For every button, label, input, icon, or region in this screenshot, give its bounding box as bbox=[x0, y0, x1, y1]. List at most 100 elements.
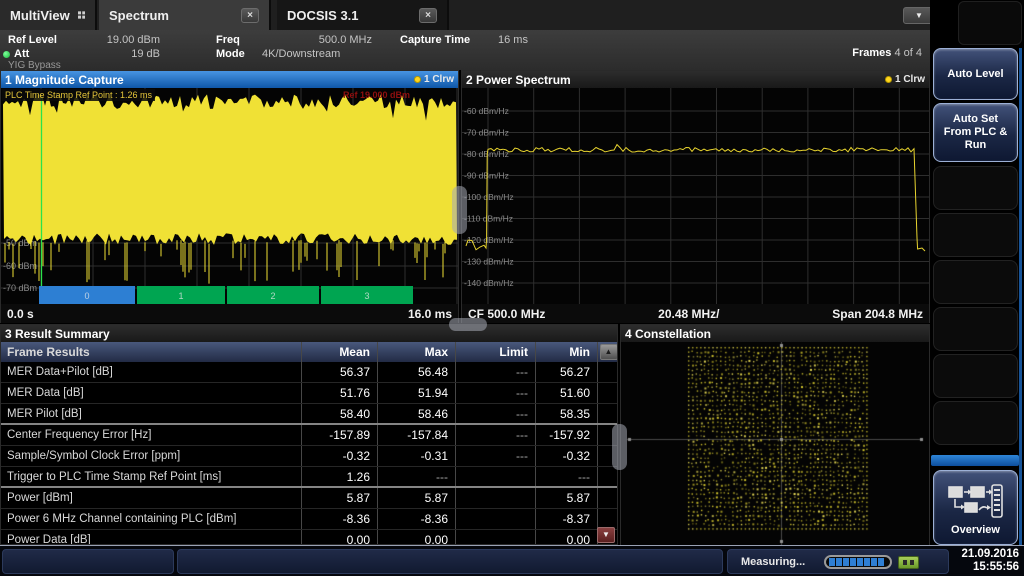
tab-multiview[interactable]: MultiView bbox=[0, 0, 97, 30]
empty-softkey[interactable] bbox=[933, 354, 1018, 398]
multiview-grid-icon bbox=[77, 11, 85, 19]
window-constellation: 4 Constellation bbox=[620, 324, 930, 545]
vertical-splitter-handle[interactable] bbox=[612, 424, 627, 470]
win2-plot[interactable]: -60 dBm/Hz -70 dBm/Hz -80 dBm/Hz -90 dBm/Hz… bbox=[462, 88, 929, 304]
col-limit: Limit bbox=[455, 342, 535, 362]
empty-softkey[interactable] bbox=[933, 213, 1018, 257]
vertical-splitter-handle[interactable] bbox=[452, 186, 467, 234]
capture-time-value[interactable]: 16 ms bbox=[498, 34, 528, 46]
win2-title: 2 Power Spectrum bbox=[466, 72, 571, 87]
tab-docsis-label: DOCSIS 3.1 bbox=[287, 7, 359, 23]
battery-icon bbox=[898, 556, 919, 569]
empty-softkey[interactable] bbox=[933, 166, 1018, 210]
svg-text:-120 dBm/Hz: -120 dBm/Hz bbox=[464, 235, 514, 245]
sidebar-blue-bar bbox=[931, 455, 1019, 466]
trace-color-icon bbox=[413, 76, 421, 83]
window-magnitude-capture: 1 Magnitude Capture 1 Clrw PLC Time Stam… bbox=[0, 70, 459, 323]
softkey-sidebar: Auto Level Auto Set From PLC & Run Overv… bbox=[930, 0, 1024, 545]
status-bar: Measuring... 21.09.2016 15:55:56 bbox=[0, 545, 1024, 576]
table-body: MER Data+Pilot [dB] 56.37 56.48 --- 56.27 MER… bbox=[1, 362, 617, 544]
ref-level-overlay: Ref 19.000 dBm bbox=[342, 90, 410, 100]
win4-title: 4 Constellation bbox=[625, 326, 712, 341]
auto-set-button[interactable]: Auto Set From PLC & Run bbox=[933, 103, 1018, 162]
spectrum-trace: -60 dBm/Hz -70 dBm/Hz -80 dBm/Hz -90 dBm/Hz… bbox=[462, 88, 929, 304]
horizontal-splitter-handle[interactable] bbox=[449, 318, 487, 331]
table-row[interactable]: Power Data [dB] 0.00 0.00 0.00 bbox=[1, 530, 617, 544]
win1-trace-label: 1 Clrw bbox=[423, 74, 454, 85]
win1-titlebar[interactable]: 1 Magnitude Capture 1 Clrw bbox=[1, 71, 458, 88]
table-row[interactable]: Power 6 MHz Channel containing PLC [dBm]… bbox=[1, 509, 617, 530]
window-result-summary: 3 Result Summary Frame Results Mean Max … bbox=[0, 324, 618, 545]
table-row[interactable]: Sample/Symbol Clock Error [ppm] -0.32 -0.3… bbox=[1, 446, 617, 467]
win1-x-axis: 0.0 s 16.0 ms bbox=[1, 304, 458, 323]
svg-text:-130 dBm/Hz: -130 dBm/Hz bbox=[464, 257, 514, 267]
empty-softkey[interactable] bbox=[933, 260, 1018, 304]
win3-title: 3 Result Summary bbox=[5, 326, 110, 341]
att-value[interactable]: 19 dB bbox=[80, 48, 160, 60]
frames-label: Frames bbox=[852, 47, 892, 59]
svg-text:-80 dBm/Hz: -80 dBm/Hz bbox=[464, 149, 509, 159]
win1-trace-legend: 1 Clrw bbox=[413, 74, 454, 85]
constellation-diagram[interactable] bbox=[621, 342, 929, 545]
window-power-spectrum: 2 Power Spectrum 1 Clrw -60 dBm/Hz -70 dB… bbox=[461, 70, 930, 323]
ref-level-value[interactable]: 19.00 dBm bbox=[80, 34, 160, 46]
empty-softkey[interactable] bbox=[933, 401, 1018, 445]
mode-label: Mode bbox=[216, 48, 245, 60]
svg-text:2: 2 bbox=[270, 291, 275, 301]
ref-level-label: Ref Level bbox=[8, 34, 57, 46]
tab-spectrum[interactable]: Spectrum × bbox=[99, 0, 271, 30]
auto-set-label: Auto Set From PLC & Run bbox=[943, 113, 1008, 151]
table-row[interactable]: Power [dBm] 5.87 5.87 5.87 bbox=[1, 488, 617, 509]
auto-level-label: Auto Level bbox=[947, 67, 1004, 80]
svg-text:-60 dBm/Hz: -60 dBm/Hz bbox=[464, 106, 509, 116]
svg-text:-110 dBm/Hz: -110 dBm/Hz bbox=[464, 214, 513, 224]
att-status-led bbox=[3, 51, 10, 58]
mode-value[interactable]: 4K/Downstream bbox=[262, 48, 340, 60]
measurement-header: Ref Level 19.00 dBm Att 19 dB YIG Bypass… bbox=[0, 30, 930, 71]
col-frame-results: Frame Results bbox=[7, 345, 90, 359]
overview-label: Overview bbox=[951, 523, 1000, 536]
overview-button[interactable]: Overview bbox=[933, 470, 1018, 545]
magnitude-trace: -50 dBm-60 dBm-70 dBm0 1 2 3 bbox=[1, 88, 458, 304]
col-min: Min bbox=[535, 342, 597, 362]
svg-text:-70 dBm: -70 dBm bbox=[3, 283, 37, 293]
win2-titlebar[interactable]: 2 Power Spectrum 1 Clrw bbox=[462, 71, 929, 88]
table-header: Frame Results Mean Max Limit Min ▲ bbox=[1, 342, 617, 362]
col-max: Max bbox=[377, 342, 455, 362]
tab-docsis[interactable]: DOCSIS 3.1 × bbox=[277, 0, 449, 30]
auto-level-button[interactable]: Auto Level bbox=[933, 48, 1018, 100]
sidebar-accent bbox=[1019, 48, 1022, 545]
sidebar-top-pane bbox=[958, 1, 1022, 45]
close-icon[interactable]: × bbox=[419, 7, 437, 23]
status-segment bbox=[2, 549, 174, 574]
plc-timestamp-label: PLC Time Stamp Ref Point : 1.26 ms bbox=[2, 89, 156, 101]
table-row[interactable]: Trigger to PLC Time Stamp Ref Point [ms]… bbox=[1, 467, 617, 488]
per-division-label: 20.48 MHz/ bbox=[658, 306, 720, 321]
capture-time-label: Capture Time bbox=[400, 34, 471, 46]
empty-softkey[interactable] bbox=[933, 307, 1018, 351]
time-label: 15:55:56 bbox=[972, 561, 1019, 573]
block-diagram-icon bbox=[947, 483, 1003, 518]
svg-text:-140 dBm/Hz: -140 dBm/Hz bbox=[464, 278, 514, 288]
frames-value: 4 of 4 bbox=[894, 47, 922, 59]
scroll-up-button[interactable]: ▲ bbox=[599, 344, 617, 360]
table-row[interactable]: Center Frequency Error [Hz] -157.89 -157.8… bbox=[1, 425, 617, 446]
win4-titlebar[interactable]: 4 Constellation bbox=[621, 325, 929, 342]
table-row[interactable]: MER Data+Pilot [dB] 56.37 56.48 --- 56.27 bbox=[1, 362, 617, 383]
win1-plot[interactable]: PLC Time Stamp Ref Point : 1.26 ms Ref 1… bbox=[1, 88, 458, 304]
freq-value[interactable]: 500.0 MHz bbox=[262, 34, 372, 46]
date-label: 21.09.2016 bbox=[961, 548, 1019, 560]
close-icon[interactable]: × bbox=[241, 7, 259, 23]
scroll-down-button[interactable]: ▼ bbox=[597, 527, 615, 543]
table-row[interactable]: MER Data [dB] 51.76 51.94 --- 51.60 bbox=[1, 383, 617, 404]
table-row[interactable]: MER Pilot [dB] 58.40 58.46 --- 58.35 bbox=[1, 404, 617, 425]
datetime-display: 21.09.2016 15:55:56 bbox=[961, 548, 1019, 574]
win3-titlebar[interactable]: 3 Result Summary bbox=[1, 325, 617, 342]
win1-title: 1 Magnitude Capture bbox=[5, 72, 124, 87]
status-segment bbox=[177, 549, 723, 574]
win2-trace-label: 1 Clrw bbox=[894, 74, 925, 85]
att-label: Att bbox=[14, 48, 30, 60]
trace-color-icon bbox=[884, 76, 892, 83]
measuring-status: Measuring... bbox=[741, 556, 806, 568]
svg-text:1: 1 bbox=[178, 291, 183, 301]
